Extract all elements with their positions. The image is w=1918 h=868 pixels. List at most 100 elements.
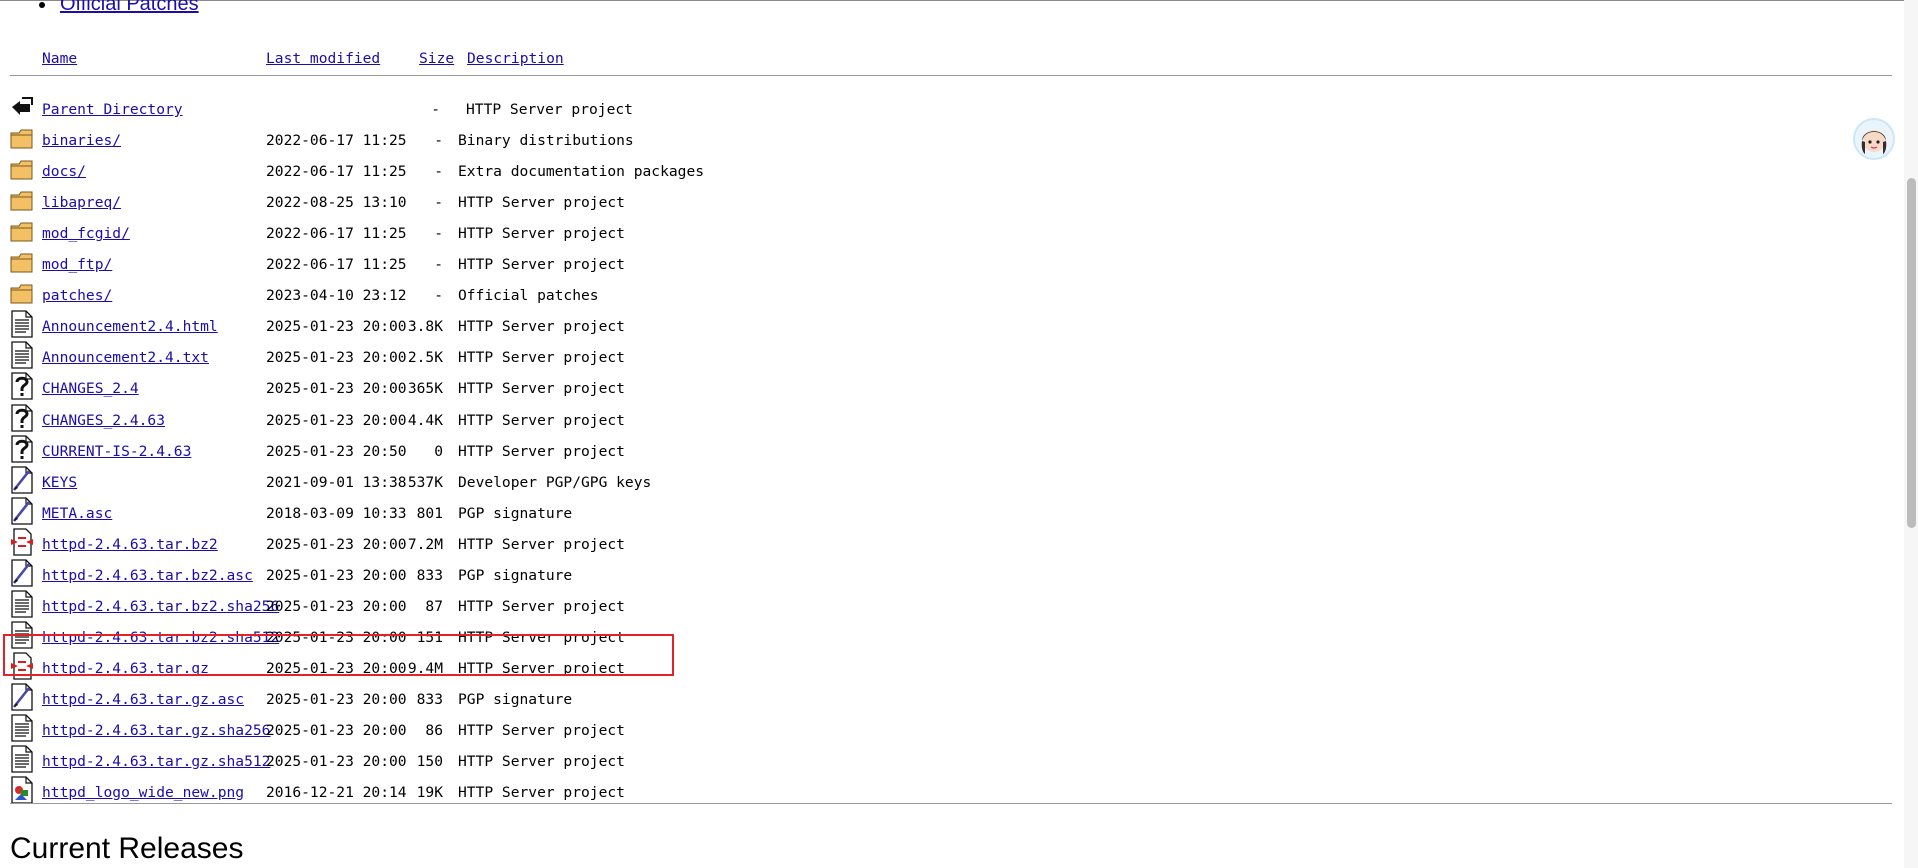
entry-description: HTTP Server project bbox=[458, 225, 625, 242]
listing-row: httpd-2.4.63.tar.bz2.asc 2025-01-23 20:00… bbox=[0, 559, 1000, 598]
entry-description: HTTP Server project bbox=[466, 101, 633, 118]
signature-file-icon bbox=[10, 559, 34, 587]
entry-name-link[interactable]: CHANGES_2.4 bbox=[42, 380, 139, 397]
entry-description: Developer PGP/GPG keys bbox=[458, 474, 652, 491]
entry-last-modified: 2025-01-23 20:00 bbox=[266, 722, 407, 739]
folder-icon bbox=[10, 155, 34, 183]
entry-name-link[interactable]: KEYS bbox=[42, 474, 77, 491]
entry-name-link[interactable]: httpd-2.4.63.tar.bz2 bbox=[42, 536, 218, 553]
sort-by-description-link[interactable]: Description bbox=[467, 50, 564, 67]
entry-size: - bbox=[434, 287, 443, 304]
entry-size: - bbox=[434, 163, 443, 180]
entry-name-link[interactable]: libapreq/ bbox=[42, 194, 121, 211]
entry-description: HTTP Server project bbox=[458, 598, 625, 615]
signature-file-icon bbox=[10, 683, 34, 711]
folder-icon bbox=[10, 124, 34, 152]
entry-name-link[interactable]: CHANGES_2.4.63 bbox=[42, 412, 165, 429]
entry-name-link[interactable]: httpd-2.4.63.tar.bz2.sha256 bbox=[42, 598, 279, 615]
entry-last-modified: 2025-01-23 20:00 bbox=[266, 380, 407, 397]
listing-row: Announcement2.4.html 2025-01-23 20:00 3.8K… bbox=[0, 310, 1000, 349]
avatar-face-icon bbox=[1861, 130, 1887, 154]
text-file-icon bbox=[10, 341, 34, 369]
listing-row: CURRENT-IS-2.4.63 2025-01-23 20:50 0 HTTP S… bbox=[0, 435, 1000, 474]
entry-name-link[interactable]: patches/ bbox=[42, 287, 112, 304]
entry-name-link[interactable]: Announcement2.4.html bbox=[42, 318, 218, 335]
folder-icon bbox=[10, 248, 34, 276]
entry-size: - bbox=[434, 132, 443, 149]
folder-icon bbox=[10, 217, 34, 245]
folder-icon bbox=[10, 279, 34, 307]
entry-description: HTTP Server project bbox=[458, 256, 625, 273]
sort-by-size-link[interactable]: Size bbox=[419, 50, 454, 67]
listing-row: CHANGES_2.4.63 2025-01-23 20:00 4.4K HTTP S… bbox=[0, 404, 1000, 443]
assistant-avatar[interactable] bbox=[1853, 118, 1895, 160]
entry-description: HTTP Server project bbox=[458, 536, 625, 553]
listing-row: httpd-2.4.63.tar.gz.asc 2025-01-23 20:00 8… bbox=[0, 683, 1000, 722]
entry-name-link[interactable]: httpd-2.4.63.tar.bz2.asc bbox=[42, 567, 253, 584]
entry-name-link[interactable]: docs/ bbox=[42, 163, 86, 180]
sort-by-name-link[interactable]: Name bbox=[42, 50, 77, 67]
entry-last-modified: 2018-03-09 10:33 bbox=[266, 505, 407, 522]
entry-size: 87 bbox=[425, 598, 443, 615]
listing-row: Parent Directory - HTTP Server project bbox=[0, 97, 1000, 132]
entry-last-modified: 2022-08-25 13:10 bbox=[266, 194, 407, 211]
entry-description: Official patches bbox=[458, 287, 599, 304]
entry-name-link[interactable]: META.asc bbox=[42, 505, 112, 522]
entry-description: PGP signature bbox=[458, 691, 573, 708]
entry-last-modified: 2025-01-23 20:00 bbox=[266, 691, 407, 708]
image-file-icon bbox=[10, 776, 34, 804]
entry-name-link[interactable]: mod_ftp/ bbox=[42, 256, 112, 273]
entry-name-link[interactable]: CURRENT-IS-2.4.63 bbox=[42, 443, 191, 460]
sort-by-last-modified-link[interactable]: Last modified bbox=[266, 50, 380, 67]
entry-size: - bbox=[434, 194, 443, 211]
footer-divider bbox=[10, 803, 1892, 804]
entry-size: 833 bbox=[416, 567, 443, 584]
entry-size: - bbox=[431, 101, 440, 118]
entry-description: Binary distributions bbox=[458, 132, 634, 149]
entry-name-link[interactable]: binaries/ bbox=[42, 132, 121, 149]
highlight-annotation bbox=[3, 634, 674, 676]
entry-description: HTTP Server project bbox=[458, 194, 625, 211]
entry-size: 3.8K bbox=[407, 318, 443, 335]
vertical-scrollbar[interactable] bbox=[1904, 0, 1918, 868]
entry-description: HTTP Server project bbox=[458, 722, 625, 739]
listing-row: patches/2023-04-10 23:12 - Official patche… bbox=[0, 284, 1000, 318]
entry-size: 150 bbox=[416, 753, 443, 770]
entry-name-link[interactable]: httpd_logo_wide_new.png bbox=[42, 784, 244, 801]
entry-description: HTTP Server project bbox=[458, 753, 625, 770]
entry-name-link[interactable]: Parent Directory bbox=[42, 101, 183, 118]
listing-row: httpd_logo_wide_new.png 2016-12-21 20:14 1… bbox=[0, 776, 1000, 815]
text-file-icon bbox=[10, 590, 34, 618]
back-icon bbox=[10, 93, 34, 121]
entry-last-modified: 2021-09-01 13:38 bbox=[266, 474, 407, 491]
signature-file-icon bbox=[10, 497, 34, 525]
entry-size: - bbox=[434, 256, 443, 273]
listing-row: docs/2022-06-17 11:25 - Extra documentatio… bbox=[0, 160, 1000, 194]
entry-last-modified: 2016-12-21 20:14 bbox=[266, 784, 407, 801]
listing-row: CHANGES_2.4 2025-01-23 20:00 365K HTTP Serv… bbox=[0, 372, 1000, 411]
listing-row: httpd-2.4.63.tar.gz.sha256 2025-01-23 20:… bbox=[0, 714, 1000, 753]
entry-name-link[interactable]: mod_fcgid/ bbox=[42, 225, 130, 242]
entry-name-link[interactable]: Announcement2.4.txt bbox=[42, 349, 209, 366]
unknown-file-icon bbox=[10, 372, 34, 400]
listing-row: mod_ftp/2022-06-17 11:25 - HTTP Server pro… bbox=[0, 253, 1000, 287]
listing-row: META.asc 2018-03-09 10:33 801 PGP signature bbox=[0, 497, 1000, 536]
entry-name-link[interactable]: httpd-2.4.63.tar.gz.asc bbox=[42, 691, 244, 708]
listing-row: Announcement2.4.txt 2025-01-23 20:00 2.5K H… bbox=[0, 341, 1000, 380]
listing-row: httpd-2.4.63.tar.bz2.sha256 2025-01-23 20… bbox=[0, 590, 1000, 629]
entry-size: 2.5K bbox=[407, 349, 443, 366]
folder-icon bbox=[10, 186, 34, 214]
directory-listing: Name Last modified Size Description Pare… bbox=[0, 0, 1892, 868]
entry-description: HTTP Server project bbox=[458, 318, 625, 335]
text-file-icon bbox=[10, 714, 34, 742]
entry-description: HTTP Server project bbox=[458, 349, 625, 366]
scrollbar-thumb[interactable] bbox=[1907, 178, 1916, 528]
entry-last-modified: 2025-01-23 20:50 bbox=[266, 443, 407, 460]
listing-row: KEYS 2021-09-01 13:38 537K Developer PGP/GP… bbox=[0, 466, 1000, 505]
entry-description: Extra documentation packages bbox=[458, 163, 705, 180]
entry-description: HTTP Server project bbox=[458, 443, 625, 460]
entry-size: 4.4K bbox=[407, 412, 443, 429]
entry-name-link[interactable]: httpd-2.4.63.tar.gz.sha256 bbox=[42, 722, 270, 739]
entry-name-link[interactable]: httpd-2.4.63.tar.gz.sha512 bbox=[42, 753, 270, 770]
text-file-icon bbox=[10, 745, 34, 773]
